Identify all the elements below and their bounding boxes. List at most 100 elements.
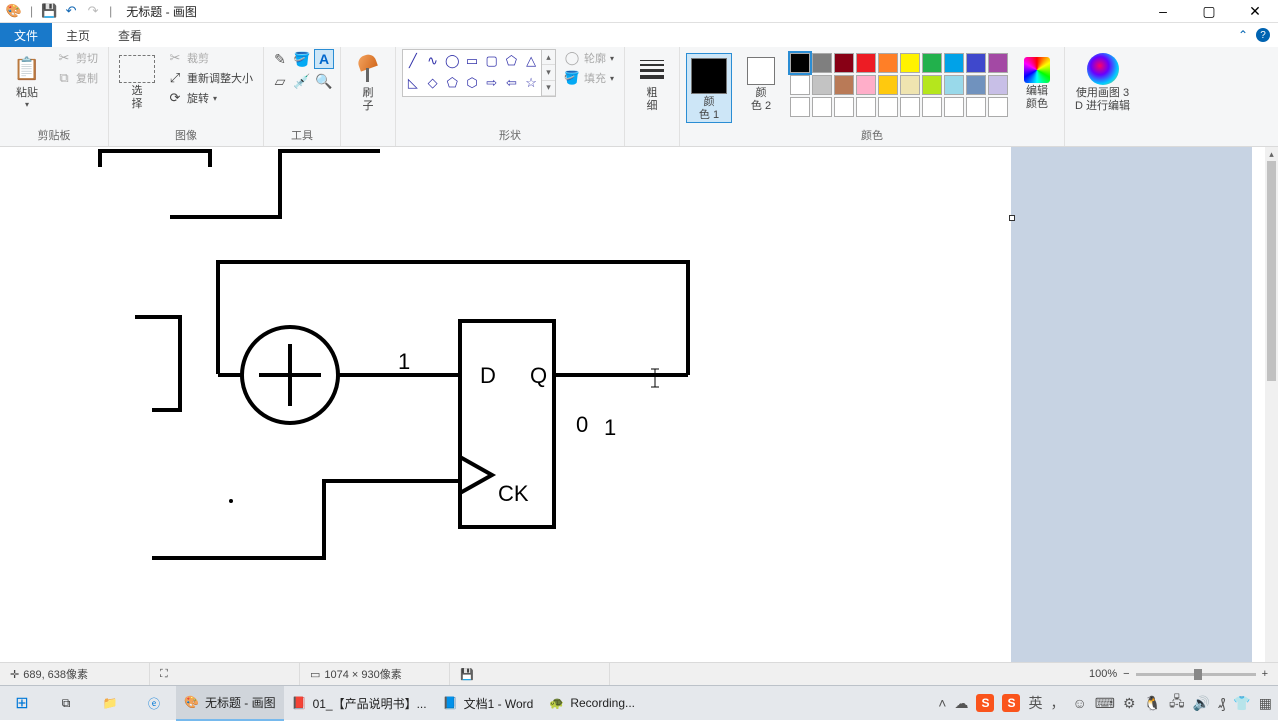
tray-lang-icon[interactable]: ₰ xyxy=(1218,695,1225,711)
tray-network-icon[interactable]: 🖧 xyxy=(1169,691,1185,715)
shape-rarrow[interactable]: ⇨ xyxy=(482,72,502,94)
resize-button[interactable]: ⤢重新调整大小 xyxy=(163,69,257,87)
eraser-tool[interactable]: ▱ xyxy=(270,71,290,91)
tray-tshirt-icon[interactable]: 👕 xyxy=(1233,695,1250,712)
tray-volume-icon[interactable]: 🔊 xyxy=(1193,695,1210,712)
color-swatch[interactable] xyxy=(944,53,964,73)
shape-star[interactable]: ☆ xyxy=(521,72,541,94)
color-swatch[interactable] xyxy=(878,53,898,73)
tray-onedrive-icon[interactable]: ☁ xyxy=(954,695,968,712)
color-swatch[interactable] xyxy=(812,75,832,95)
custom-color-slot[interactable] xyxy=(878,97,898,117)
shape-rect[interactable]: ▭ xyxy=(462,50,482,72)
taskbar-app-pdf[interactable]: 📕01_【产品说明书】... xyxy=(284,686,435,721)
color-swatch[interactable] xyxy=(834,53,854,73)
color-swatch[interactable] xyxy=(922,53,942,73)
taskbar-app-word[interactable]: 📘文档1 - Word xyxy=(435,686,542,721)
shape-larrow[interactable]: ⇦ xyxy=(502,72,522,94)
shape-curve[interactable]: ∿ xyxy=(423,50,443,72)
edit-colors-button[interactable]: 编辑 颜色 xyxy=(1016,53,1058,111)
shape-roundrect[interactable]: ▢ xyxy=(482,50,502,72)
custom-color-slot[interactable] xyxy=(790,97,810,117)
color-swatch[interactable] xyxy=(944,75,964,95)
shapes-gallery[interactable]: ╱ ∿ ◯ ▭ ▢ ⬠ △ ◺ ◇ ⬠ ⬡ ⇨ ⇦ ☆ xyxy=(402,49,542,97)
help-icon[interactable]: ? xyxy=(1256,28,1270,42)
eyedropper-tool[interactable]: 💉 xyxy=(292,71,312,91)
tab-file[interactable]: 文件 xyxy=(0,23,52,47)
copy-button[interactable]: ⧉复制 xyxy=(52,69,102,87)
shape-outline-button[interactable]: ◯轮廓▾ xyxy=(560,49,618,67)
color-swatch[interactable] xyxy=(856,75,876,95)
scroll-up-icon[interactable]: ▴ xyxy=(1265,147,1278,161)
select-button[interactable]: 选 择 xyxy=(115,49,159,111)
tab-view[interactable]: 查看 xyxy=(104,23,156,47)
shape-poly[interactable]: ⬠ xyxy=(502,50,522,72)
color-swatch[interactable] xyxy=(834,75,854,95)
crop-button[interactable]: ✂裁剪 xyxy=(163,49,257,67)
shape-pent[interactable]: ⬠ xyxy=(442,72,462,94)
color-swatch[interactable] xyxy=(856,53,876,73)
custom-color-slot[interactable] xyxy=(944,97,964,117)
shape-diamond[interactable]: ◇ xyxy=(423,72,443,94)
gallery-more-icon[interactable]: ▾ xyxy=(542,81,555,96)
ime-lang[interactable]: 英 xyxy=(1028,693,1042,713)
redo-icon[interactable]: ↷ xyxy=(85,3,101,19)
cut-button[interactable]: ✂剪切 xyxy=(52,49,102,67)
gallery-down-icon[interactable]: ▾ xyxy=(542,65,555,80)
color-swatch[interactable] xyxy=(988,75,1008,95)
shape-fill-button[interactable]: 🪣填充▾ xyxy=(560,69,618,87)
color-swatch[interactable] xyxy=(922,75,942,95)
custom-color-slot[interactable] xyxy=(966,97,986,117)
edge-button[interactable]: ⓔ xyxy=(132,686,176,721)
color1-button[interactable]: 颜 色 1 xyxy=(686,53,732,123)
minimize-button[interactable]: – xyxy=(1140,0,1186,23)
custom-color-slot[interactable] xyxy=(834,97,854,117)
taskbar-app-rec[interactable]: 🐢Recording... xyxy=(541,686,643,721)
paint3d-button[interactable]: 使用画图 3 D 进行编辑 xyxy=(1071,49,1134,113)
ime-keyboard-icon[interactable]: ⌨ xyxy=(1095,695,1115,712)
taskbar-app-paint[interactable]: 🎨无标题 - 画图 xyxy=(176,686,284,721)
color-swatch[interactable] xyxy=(900,53,920,73)
undo-icon[interactable]: ↶ xyxy=(63,3,79,19)
tray-qq-icon[interactable]: 🐧 xyxy=(1144,695,1161,712)
color-swatch[interactable] xyxy=(878,75,898,95)
color-swatch[interactable] xyxy=(988,53,1008,73)
ime-settings-icon[interactable]: ⚙ xyxy=(1123,695,1136,712)
text-tool[interactable]: A xyxy=(314,49,334,69)
resize-handle-right[interactable] xyxy=(1009,215,1015,221)
paste-button[interactable]: 📋 粘贴 ▾ xyxy=(6,49,48,109)
tray-grid-icon[interactable]: ▦ xyxy=(1259,695,1272,712)
zoom-in-button[interactable]: + xyxy=(1262,668,1268,680)
shape-oval[interactable]: ◯ xyxy=(442,50,462,72)
scroll-thumb[interactable] xyxy=(1267,161,1276,381)
explorer-button[interactable]: 📁 xyxy=(88,686,132,721)
custom-color-slot[interactable] xyxy=(988,97,1008,117)
tab-home[interactable]: 主页 xyxy=(52,23,104,47)
color2-button[interactable]: 颜 色 2 xyxy=(740,53,782,113)
pencil-tool[interactable]: ✎ xyxy=(270,49,290,69)
shape-rtri[interactable]: ◺ xyxy=(403,72,423,94)
color-swatch[interactable] xyxy=(900,75,920,95)
color-swatch[interactable] xyxy=(812,53,832,73)
start-button[interactable]: ⊞ xyxy=(0,686,44,721)
custom-color-slot[interactable] xyxy=(922,97,942,117)
size-button[interactable]: 粗 细 xyxy=(631,49,673,113)
color-swatch[interactable] xyxy=(790,53,810,73)
zoom-thumb[interactable] xyxy=(1194,669,1202,680)
shape-hex[interactable]: ⬡ xyxy=(462,72,482,94)
color-swatch[interactable] xyxy=(790,75,810,95)
maximize-button[interactable]: ▢ xyxy=(1186,0,1232,23)
magnifier-tool[interactable]: 🔍 xyxy=(314,71,334,91)
collapse-ribbon-icon[interactable]: ⌃ xyxy=(1238,28,1248,42)
shape-tri[interactable]: △ xyxy=(521,50,541,72)
custom-color-slot[interactable] xyxy=(900,97,920,117)
ime-comma-icon[interactable]: ， xyxy=(1050,693,1064,713)
color-swatch[interactable] xyxy=(966,75,986,95)
zoom-out-button[interactable]: − xyxy=(1123,668,1129,680)
tray-up-icon[interactable]: ˄ xyxy=(938,695,946,711)
rotate-button[interactable]: ⟳旋转▾ xyxy=(163,89,257,107)
color-swatch[interactable] xyxy=(966,53,986,73)
shape-line[interactable]: ╱ xyxy=(403,50,423,72)
gallery-up-icon[interactable]: ▴ xyxy=(542,50,555,65)
sogou-ime-icon2[interactable]: S xyxy=(1002,694,1020,712)
